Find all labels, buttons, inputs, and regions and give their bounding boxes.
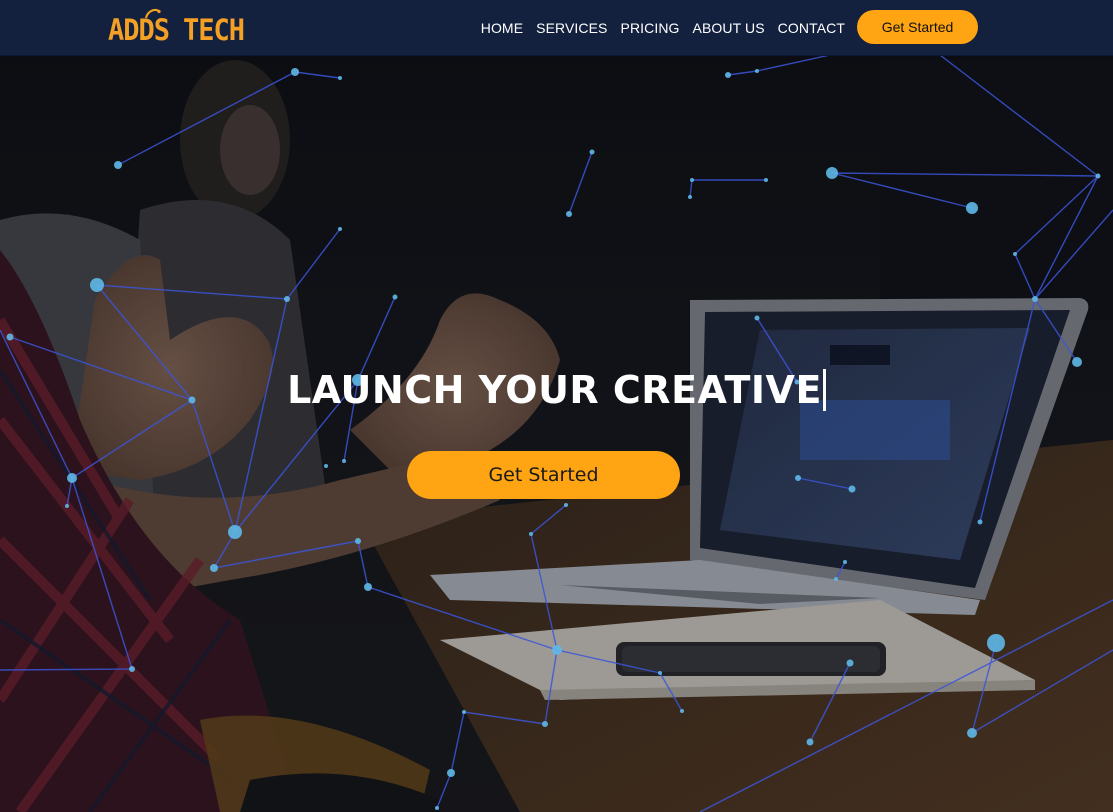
network-line bbox=[0, 668, 133, 671]
hero-headline-text: LAUNCH YOUR CREATIVE bbox=[287, 368, 822, 412]
network-node bbox=[764, 178, 768, 182]
network-line bbox=[450, 711, 465, 774]
nav-pricing-link[interactable]: PRICING bbox=[621, 20, 680, 36]
network-line bbox=[809, 662, 851, 743]
network-node bbox=[690, 178, 694, 182]
network-node bbox=[6, 333, 14, 341]
nav-home-link[interactable]: HOME bbox=[481, 20, 523, 36]
network-node bbox=[566, 211, 572, 217]
brand-logo[interactable]: ADDS TECH bbox=[108, 8, 245, 48]
network-node bbox=[324, 464, 328, 468]
network-line bbox=[971, 642, 997, 734]
network-node bbox=[754, 315, 760, 321]
network-node bbox=[987, 634, 1005, 652]
network-line bbox=[367, 586, 558, 651]
nav-about-us-link[interactable]: ABOUT US bbox=[693, 20, 765, 36]
logo-swoosh-icon bbox=[144, 8, 161, 19]
network-line bbox=[117, 71, 296, 166]
top-navbar: ADDS TECH HOME SERVICES PRICING ABOUT US … bbox=[0, 0, 1113, 56]
network-node bbox=[447, 769, 455, 777]
hero-section: LAUNCH YOUR CREATIVE Get Started bbox=[0, 0, 1113, 812]
network-line bbox=[286, 228, 341, 300]
network-node bbox=[966, 202, 978, 214]
network-node bbox=[1095, 173, 1101, 179]
network-node bbox=[1072, 357, 1082, 367]
network-node bbox=[338, 76, 342, 80]
network-line bbox=[544, 649, 558, 725]
network-node bbox=[228, 525, 242, 539]
network-line bbox=[71, 477, 133, 670]
network-node bbox=[342, 459, 346, 463]
nav-contact-link[interactable]: CONTACT bbox=[778, 20, 845, 36]
network-line bbox=[96, 284, 288, 300]
network-line bbox=[831, 172, 973, 209]
network-line bbox=[191, 399, 236, 533]
network-line bbox=[294, 71, 341, 79]
network-node bbox=[65, 504, 69, 508]
network-line bbox=[357, 540, 369, 588]
network-node bbox=[291, 68, 299, 76]
network-node bbox=[129, 666, 135, 672]
network-node bbox=[977, 519, 983, 525]
network-node bbox=[688, 195, 692, 199]
network-node bbox=[564, 503, 568, 507]
network-node bbox=[284, 296, 290, 302]
network-node bbox=[435, 806, 439, 810]
network-node bbox=[114, 161, 122, 169]
network-node bbox=[355, 538, 361, 544]
brand-logo-text: ADDS TECH bbox=[108, 12, 245, 48]
network-node bbox=[725, 72, 731, 78]
network-node bbox=[1032, 296, 1038, 302]
network-node bbox=[680, 709, 684, 713]
typing-caret bbox=[822, 369, 826, 411]
main-nav: HOME SERVICES PRICING ABOUT US CONTACT bbox=[468, 20, 845, 36]
hero-headline: LAUNCH YOUR CREATIVE bbox=[0, 368, 1113, 412]
network-line bbox=[530, 504, 567, 535]
network-line bbox=[213, 540, 359, 569]
network-node bbox=[795, 475, 801, 481]
network-line bbox=[436, 772, 452, 809]
network-line bbox=[835, 561, 846, 580]
network-node bbox=[848, 485, 856, 493]
nav-services-link[interactable]: SERVICES bbox=[536, 20, 607, 36]
network-node bbox=[834, 577, 838, 581]
network-node bbox=[364, 583, 372, 591]
network-line bbox=[1034, 298, 1078, 363]
network-node bbox=[843, 560, 847, 564]
network-node bbox=[67, 473, 77, 483]
network-line bbox=[463, 711, 546, 725]
network-line bbox=[971, 649, 1113, 734]
network-node bbox=[90, 278, 104, 292]
network-node bbox=[658, 671, 662, 675]
network-line bbox=[556, 649, 661, 674]
network-line bbox=[689, 179, 693, 198]
network-node bbox=[846, 659, 854, 667]
network-node bbox=[210, 564, 218, 572]
network-line bbox=[234, 298, 288, 533]
hero-get-started-button[interactable]: Get Started bbox=[407, 451, 680, 499]
network-line bbox=[939, 54, 1099, 177]
network-line bbox=[659, 672, 683, 712]
network-line bbox=[756, 54, 831, 72]
network-node bbox=[1013, 252, 1017, 256]
nav-get-started-button[interactable]: Get Started bbox=[857, 10, 978, 44]
network-node bbox=[462, 710, 466, 714]
network-node bbox=[542, 721, 548, 727]
network-node bbox=[806, 738, 814, 746]
network-node bbox=[967, 728, 977, 738]
network-node bbox=[589, 149, 595, 155]
network-node bbox=[552, 645, 562, 655]
network-node bbox=[338, 227, 342, 231]
network-node bbox=[755, 69, 759, 73]
network-line bbox=[797, 477, 853, 490]
network-node bbox=[529, 532, 533, 536]
network-line bbox=[699, 599, 1113, 812]
network-line bbox=[530, 533, 558, 651]
network-node bbox=[826, 167, 838, 179]
network-line bbox=[1014, 253, 1036, 300]
network-node bbox=[392, 294, 398, 300]
network-line bbox=[727, 70, 758, 76]
network-line bbox=[831, 172, 1099, 177]
network-line bbox=[568, 151, 593, 215]
